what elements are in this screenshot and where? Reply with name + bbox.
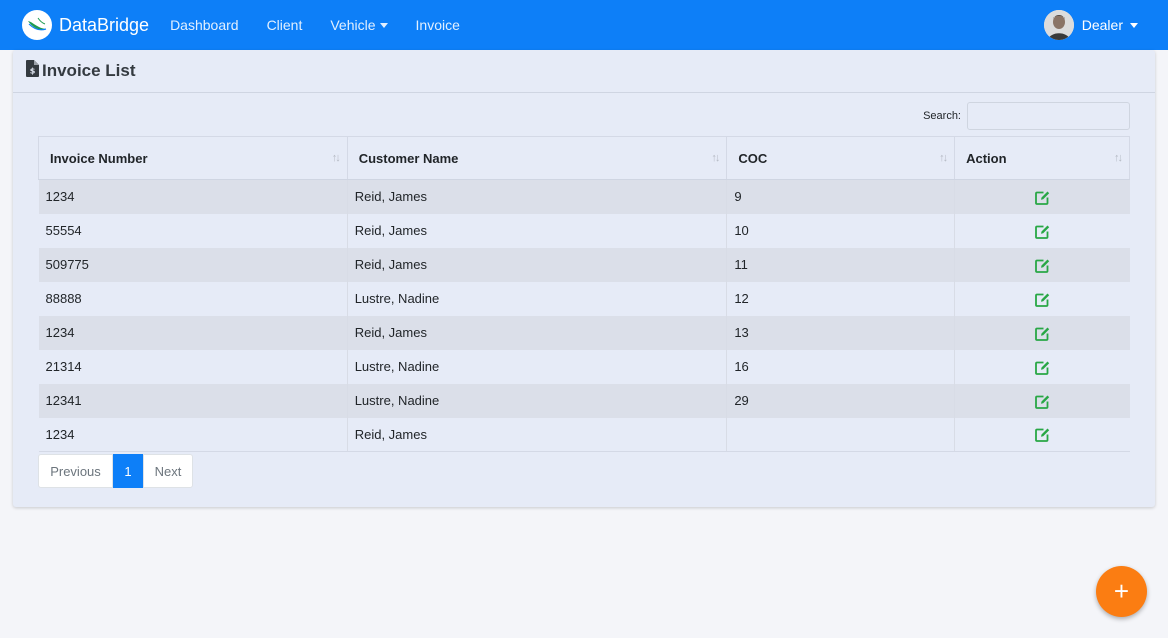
customer-name-cell: Reid, James bbox=[347, 179, 728, 214]
search-input[interactable] bbox=[967, 102, 1130, 130]
table-row: 88888 Lustre, Nadine 12 bbox=[38, 281, 1130, 316]
action-cell bbox=[954, 281, 1130, 316]
coc-cell: 9 bbox=[726, 179, 956, 214]
invoice-table: Invoice Number ↑↓ Customer Name ↑↓ COC ↑↓ A… bbox=[38, 136, 1130, 452]
table-row: 1234 Reid, James 9 bbox=[38, 179, 1130, 214]
search-label: Search: bbox=[923, 110, 961, 122]
edit-icon[interactable] bbox=[1034, 326, 1050, 341]
edit-icon[interactable] bbox=[1034, 394, 1050, 409]
previous-page-button[interactable]: Previous bbox=[38, 454, 113, 488]
brand[interactable]: DataBridge bbox=[22, 10, 149, 40]
customer-name-cell: Reid, James bbox=[347, 417, 728, 452]
customer-name-cell: Lustre, Nadine bbox=[347, 281, 728, 316]
customer-name-cell: Lustre, Nadine bbox=[347, 349, 728, 384]
edit-icon[interactable] bbox=[1034, 190, 1050, 205]
action-cell bbox=[954, 247, 1130, 282]
add-invoice-button[interactable]: + bbox=[1096, 566, 1147, 617]
nav-client[interactable]: Client bbox=[253, 17, 317, 33]
next-page-button[interactable]: Next bbox=[143, 454, 193, 488]
sort-icon: ↑↓ bbox=[331, 152, 341, 164]
edit-icon[interactable] bbox=[1034, 224, 1050, 239]
file-invoice-dollar-icon: $ bbox=[26, 60, 39, 82]
sort-icon: ↑↓ bbox=[939, 152, 948, 164]
column-header-customer-name[interactable]: Customer Name ↑↓ bbox=[346, 136, 728, 180]
coc-cell: 12 bbox=[726, 281, 956, 316]
nav-dashboard[interactable]: Dashboard bbox=[156, 17, 253, 33]
databridge-logo-icon bbox=[22, 10, 52, 40]
coc-cell: 11 bbox=[726, 247, 956, 282]
nav-dashboard-label: Dashboard bbox=[170, 17, 239, 33]
table-header-row: Invoice Number ↑↓ Customer Name ↑↓ COC ↑↓ A… bbox=[38, 136, 1130, 180]
invoice-number-cell: 1234 bbox=[38, 315, 348, 350]
invoice-number-cell: 1234 bbox=[38, 179, 348, 214]
top-navbar: DataBridge Dashboard Client Vehicle Invo… bbox=[0, 0, 1168, 50]
customer-name-cell: Reid, James bbox=[347, 315, 728, 350]
nav-client-label: Client bbox=[266, 17, 303, 33]
svg-text:$: $ bbox=[30, 67, 36, 76]
table-row: 12341 Lustre, Nadine 29 bbox=[38, 383, 1130, 418]
column-label: Action bbox=[966, 150, 1007, 166]
sort-icon: ↑↓ bbox=[1114, 152, 1123, 164]
coc-cell bbox=[726, 417, 956, 452]
nav-vehicle-label: Vehicle bbox=[330, 17, 376, 33]
edit-icon[interactable] bbox=[1034, 258, 1050, 273]
brand-name: DataBridge bbox=[59, 14, 150, 35]
invoice-number-cell: 88888 bbox=[38, 281, 348, 316]
chevron-down-icon bbox=[1130, 22, 1138, 28]
column-header-action[interactable]: Action ↑↓ bbox=[954, 136, 1130, 180]
pagination: Previous 1 Next bbox=[38, 454, 193, 488]
edit-icon[interactable] bbox=[1034, 360, 1050, 375]
customer-name-cell: Lustre, Nadine bbox=[347, 383, 728, 418]
action-cell bbox=[954, 213, 1130, 248]
user-menu[interactable]: Dealer bbox=[1043, 10, 1138, 40]
action-cell bbox=[954, 349, 1130, 384]
invoice-number-cell: 509775 bbox=[38, 247, 348, 282]
customer-name-cell: Reid, James bbox=[347, 247, 728, 282]
nav-invoice[interactable]: Invoice bbox=[402, 17, 474, 33]
customer-name-cell: Reid, James bbox=[347, 213, 728, 248]
coc-cell: 10 bbox=[726, 213, 956, 248]
avatar bbox=[1043, 10, 1074, 40]
sort-icon: ↑↓ bbox=[711, 152, 720, 164]
edit-icon[interactable] bbox=[1034, 427, 1050, 443]
action-cell bbox=[954, 383, 1130, 418]
invoice-number-cell: 12341 bbox=[38, 383, 348, 418]
card-header: $ Invoice List bbox=[13, 50, 1155, 93]
action-cell bbox=[954, 315, 1130, 350]
column-label: Customer Name bbox=[358, 150, 459, 166]
table-row: 1234 Reid, James bbox=[38, 417, 1130, 452]
column-label: Invoice Number bbox=[50, 150, 148, 166]
edit-icon[interactable] bbox=[1034, 292, 1050, 307]
action-cell bbox=[954, 417, 1130, 452]
table-body: 1234 Reid, James 9 55554 Reid, James 10 5097… bbox=[38, 179, 1130, 452]
table-row: 21314 Lustre, Nadine 16 bbox=[38, 349, 1130, 384]
table-row: 1234 Reid, James 13 bbox=[38, 315, 1130, 350]
page-title: Invoice List bbox=[42, 61, 136, 80]
coc-cell: 13 bbox=[726, 315, 956, 350]
action-cell bbox=[954, 179, 1130, 214]
nav-vehicle-dropdown[interactable]: Vehicle bbox=[316, 17, 401, 33]
nav-links: Dashboard Client Vehicle Invoice bbox=[156, 17, 474, 33]
column-label: COC bbox=[738, 150, 768, 166]
column-header-coc[interactable]: COC ↑↓ bbox=[726, 136, 956, 180]
page-1-button[interactable]: 1 bbox=[113, 454, 143, 488]
invoice-number-cell: 21314 bbox=[38, 349, 348, 384]
search-bar: Search: bbox=[923, 102, 1130, 130]
invoice-number-cell: 55554 bbox=[38, 213, 348, 248]
column-header-invoice-number[interactable]: Invoice Number ↑↓ bbox=[38, 136, 348, 180]
nav-invoice-label: Invoice bbox=[415, 17, 460, 33]
table-row: 55554 Reid, James 10 bbox=[38, 213, 1130, 248]
coc-cell: 29 bbox=[726, 383, 956, 418]
coc-cell: 16 bbox=[726, 349, 956, 384]
user-name: Dealer bbox=[1081, 17, 1123, 33]
chevron-down-icon bbox=[379, 22, 388, 28]
invoice-card: $ Invoice List Search: Invoice Number ↑↓ … bbox=[13, 50, 1155, 507]
invoice-number-cell: 1234 bbox=[38, 417, 348, 452]
table-row: 509775 Reid, James 11 bbox=[38, 247, 1130, 282]
plus-icon: + bbox=[1113, 576, 1130, 606]
